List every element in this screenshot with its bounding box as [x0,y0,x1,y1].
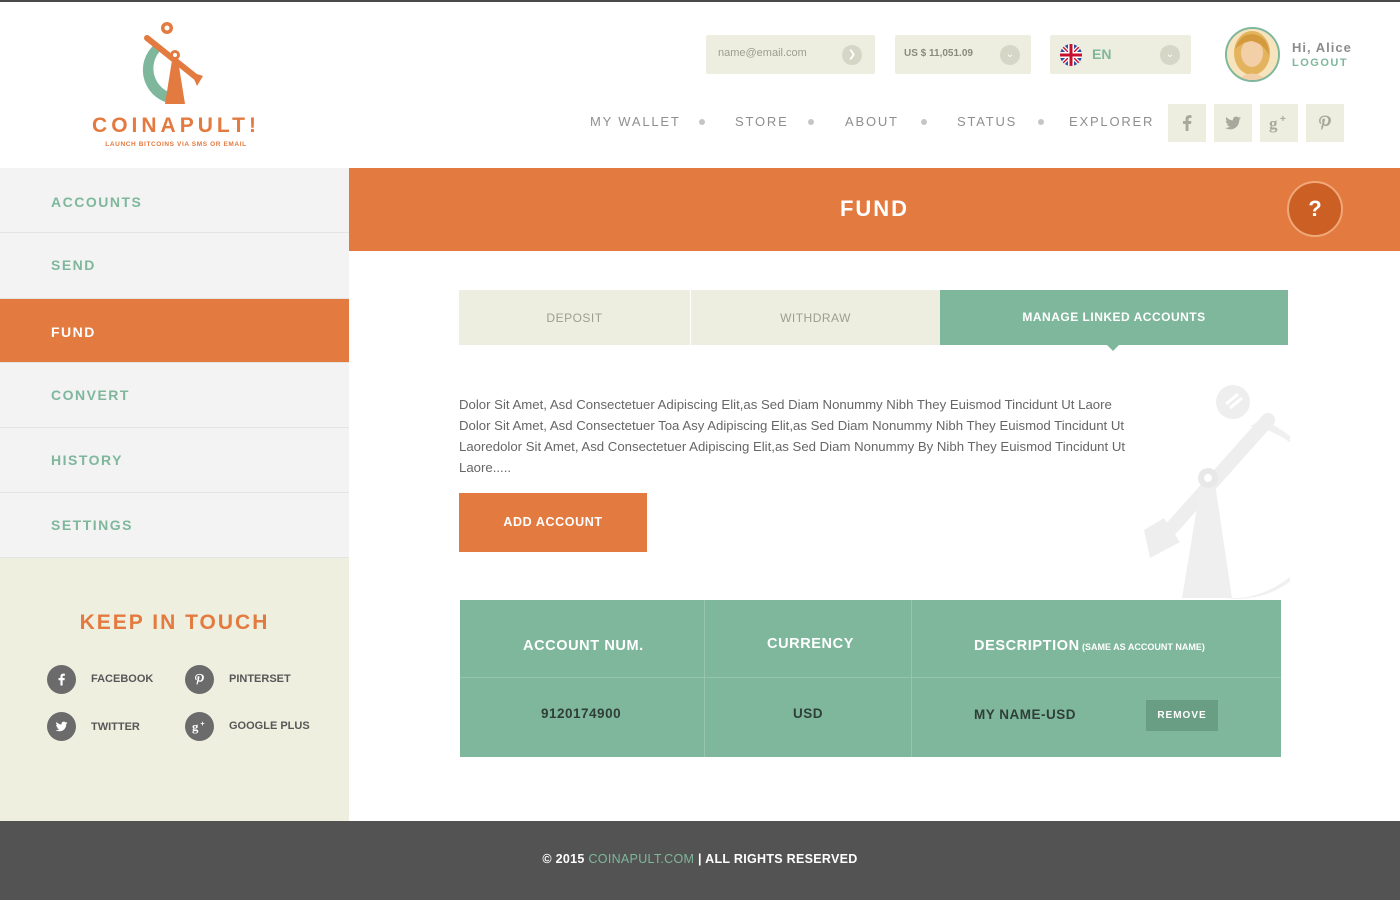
nav-about[interactable]: ABOUT [845,114,899,129]
brand-logo[interactable]: COINAPULT! LAUNCH BITCOINS VIA SMS OR EM… [86,20,266,155]
sidebar-item-label: HISTORY [51,452,123,468]
logout-link[interactable]: LOGOUT [1292,57,1348,69]
sidebar-twitter-button[interactable] [47,712,76,741]
twitter-link[interactable]: TWITTER [91,721,140,733]
twitter-icon [1225,116,1241,130]
sidebar-item-label: SETTINGS [51,517,134,533]
twitter-icon [55,721,68,732]
column-header-currency: CURRENCY [767,636,854,652]
language-value: EN [1092,46,1112,62]
uk-flag-icon [1060,44,1082,66]
add-account-button[interactable]: ADD ACCOUNT [459,493,647,552]
pinterest-icon [1319,115,1331,131]
sidebar-pinterest-button[interactable] [185,665,214,694]
catapult-watermark-icon [1144,385,1290,599]
header-google-plus-button[interactable]: g + [1260,104,1298,142]
tab-deposit[interactable]: DEPOSIT [459,290,690,345]
sidebar-item-label: ACCOUNTS [51,194,143,210]
nav-store[interactable]: STORE [735,114,789,129]
brand-name: COINAPULT! [92,114,260,137]
tab-manage-linked-accounts[interactable]: MANAGE LINKED ACCOUNTS [940,290,1288,345]
table-row-account-num: 9120174900 [541,706,622,721]
nav-my-wallet[interactable]: MY WALLET [590,114,681,129]
sidebar-facebook-button[interactable] [47,665,76,694]
header: COINAPULT! LAUNCH BITCOINS VIA SMS OR EM… [0,2,1400,168]
svg-text:+: + [200,719,205,728]
column-header-account-num: ACCOUNT NUM. [523,638,644,654]
table-header-divider [460,677,1281,678]
sidebar-item-label: FUND [51,324,96,340]
google-plus-icon: g + [192,719,205,734]
facebook-link[interactable]: FACEBOOK [91,673,153,685]
sidebar-item-history[interactable]: HISTORY [0,428,349,493]
footer-copyright: © 2015 COINAPULT.COM | ALL RIGHTS RESERV… [0,852,1400,866]
sidebar-item-settings[interactable]: SETTINGS [0,493,349,558]
svg-text:g: g [1269,114,1278,133]
fund-tabs: DEPOSIT WITHDRAW MANAGE LINKED ACCOUNTS [459,290,1288,345]
nav-separator [699,119,705,125]
chevron-down-icon: ⌄ [1005,49,1015,60]
google-plus-link[interactable]: GOOGLE PLUS [229,720,310,732]
brand-tagline: LAUNCH BITCOINS VIA SMS OR EMAIL [105,141,247,148]
footer: © 2015 COINAPULT.COM | ALL RIGHTS RESERV… [0,821,1400,900]
nav-separator [1038,119,1044,125]
table-row-description: MY NAME-USD [974,707,1077,722]
column-header-description: DESCRIPTION [974,638,1080,654]
sidebar-item-accounts[interactable]: ACCOUNTS [0,168,349,233]
description-text: Dolor Sit Amet, Asd Consectetuer Adipisc… [459,397,1126,475]
table-column-currency [705,600,912,757]
sidebar-item-label: SEND [51,257,96,273]
page-title: FUND [839,196,910,221]
header-pinterest-button[interactable] [1306,104,1344,142]
table-column-account [460,600,705,757]
table-row-currency: USD [793,706,824,721]
language-dropdown[interactable]: EN ⌄ [1050,35,1191,74]
footer-prefix: © 2015 [542,852,585,866]
nav-status[interactable]: STATUS [957,114,1017,129]
email-input[interactable] [718,47,838,59]
linked-accounts-table: ACCOUNT NUM. CURRENCY DESCRIPTION (SAME … [460,600,1281,757]
footer-suffix: | ALL RIGHTS RESERVED [698,852,858,866]
sidebar-google-plus-button[interactable]: g + [185,712,214,741]
pinterest-link[interactable]: PINTERSET [229,673,291,685]
active-tab-pointer [1106,344,1120,351]
balance-dropdown-toggle[interactable]: ⌄ [1000,45,1020,65]
svg-text:g: g [192,720,199,734]
catapult-logo-icon [142,22,203,104]
tab-withdraw[interactable]: WITHDRAW [691,290,940,345]
balance-value: US $ 11,051.09 [904,48,973,59]
email-field: ❯ [706,35,875,74]
nav-separator [921,119,927,125]
nav-separator [808,119,814,125]
sidebar-item-fund[interactable]: FUND [0,299,349,363]
keep-in-touch-title: KEEP IN TOUCH [79,611,270,634]
chevron-right-icon: ❯ [847,49,857,60]
help-button[interactable]: ? [1287,181,1343,237]
column-header-description-note: (SAME AS ACCOUNT NAME) [1082,642,1205,652]
sidebar-item-label: CONVERT [51,387,130,403]
balance-dropdown[interactable]: US $ 11,051.09 ⌄ [895,35,1031,74]
user-avatar-icon [1227,29,1278,80]
language-dropdown-toggle[interactable]: ⌄ [1160,45,1180,65]
page-header: FUND ? [349,168,1400,251]
facebook-icon [58,673,65,686]
remove-account-button[interactable]: REMOVE [1146,700,1218,731]
email-submit-button[interactable]: ❯ [842,45,862,65]
user-greeting: Hi, Alice [1292,40,1352,55]
pinterest-icon [195,673,204,685]
svg-text:+: + [1280,114,1286,125]
sidebar: ACCOUNTS SEND FUND CONVERT HISTORY SETTI… [0,168,349,821]
google-plus-icon: g + [1269,114,1286,133]
avatar[interactable] [1225,27,1280,82]
sidebar-item-send[interactable]: SEND [0,233,349,299]
nav-explorer[interactable]: EXPLORER [1069,114,1154,129]
footer-site-link[interactable]: COINAPULT.COM [588,852,694,866]
sidebar-item-convert[interactable]: CONVERT [0,363,349,428]
facebook-icon [1183,115,1192,131]
header-facebook-button[interactable] [1168,104,1206,142]
chevron-down-icon: ⌄ [1165,49,1175,60]
header-twitter-button[interactable] [1214,104,1252,142]
